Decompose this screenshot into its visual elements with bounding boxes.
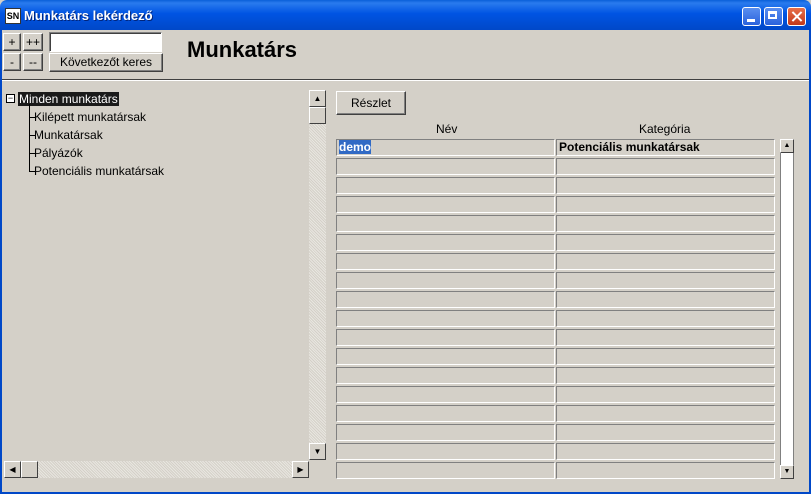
grid-cell-category[interactable] [556,234,775,251]
grid-cell-category[interactable] [556,253,775,270]
tree-horizontal-scrollbar[interactable]: ◀ ▶ [4,461,309,478]
title-bar[interactable]: SN Munkatárs lekérdező [0,0,811,30]
scroll-up-icon[interactable]: ▲ [780,139,794,153]
grid-cell-category[interactable] [556,348,775,365]
scroll-down-icon[interactable]: ▼ [780,465,794,479]
grid-cell-name[interactable]: demo [336,139,555,156]
grid-cell-name[interactable] [336,329,555,346]
page-title: Munkatárs [187,37,298,62]
tree-vertical-scrollbar[interactable]: ▲ ▼ [309,90,326,460]
grid-cell-name[interactable] [336,253,555,270]
search-input[interactable] [49,32,162,52]
grid-cell-name[interactable] [336,310,555,327]
grid-cell-name[interactable] [336,291,555,308]
scroll-thumb[interactable] [309,107,326,124]
expand-button[interactable]: + [3,33,21,51]
grid-cell-category[interactable] [556,424,775,441]
grid-cell-name[interactable] [336,234,555,251]
grid-cell-category[interactable] [556,177,775,194]
grid-cell-text: demo [339,140,372,154]
grid-cell-category[interactable] [556,158,775,175]
scroll-thumb[interactable] [21,461,38,478]
tree-node-potencialis[interactable]: Potenciális munkatársak [34,164,164,178]
grid-cell-name[interactable] [336,196,555,213]
tree-connector [29,104,30,172]
scroll-right-icon[interactable]: ▶ [292,461,309,478]
scroll-left-icon[interactable]: ◀ [4,461,21,478]
column-header-category: Kategória [639,122,691,136]
scroll-up-icon[interactable]: ▲ [309,90,326,107]
grid-cell-category[interactable] [556,405,775,422]
grid-cell-category[interactable] [556,291,775,308]
detail-button[interactable]: Részlet [336,91,406,115]
grid-cell-name[interactable] [336,424,555,441]
grid-cell-name[interactable] [336,367,555,384]
grid-cell-category[interactable] [556,443,775,460]
grid-cell-name[interactable] [336,443,555,460]
tree-node-palyazok[interactable]: Pályázók [34,146,83,160]
next-search-button[interactable]: Következőt keres [49,53,163,72]
scroll-down-icon[interactable]: ▼ [309,443,326,460]
grid-cell-name[interactable] [336,405,555,422]
app-icon: SN [5,8,21,24]
window-title: Munkatárs lekérdező [24,8,153,23]
tree-node-munkatarsak[interactable]: Munkatársak [34,128,103,142]
grid-cell-category[interactable] [556,386,775,403]
collapse-button[interactable]: - [3,53,21,71]
grid-cell-category[interactable] [556,215,775,232]
tree-node-kilepett[interactable]: Kilépett munkatársak [34,110,146,124]
grid-cell-category[interactable] [556,310,775,327]
grid-cell-name[interactable] [336,462,555,479]
grid-cell-category[interactable] [556,196,775,213]
collapse-all-button[interactable]: -- [23,53,43,71]
expand-all-button[interactable]: ++ [23,33,43,51]
grid-cell-category[interactable]: Potenciális munkatársak [556,139,775,156]
tree-expander-icon[interactable]: − [6,94,15,103]
grid-cell-name[interactable] [336,158,555,175]
divider [2,79,809,81]
minimize-button[interactable] [742,7,761,26]
close-button[interactable] [787,7,806,26]
grid-cell-name[interactable] [336,386,555,403]
grid-cell-category[interactable] [556,367,775,384]
category-tree[interactable]: − Minden munkatárs Kilépett munkatársak … [4,90,309,460]
grid-cell-category[interactable] [556,272,775,289]
column-header-name: Név [436,122,458,136]
grid-cell-category[interactable] [556,329,775,346]
grid-vertical-scrollbar[interactable]: ▲ ▼ [780,139,794,479]
grid-cell-name[interactable] [336,272,555,289]
grid-cell-name[interactable] [336,215,555,232]
grid-cell-name[interactable] [336,177,555,194]
tree-node-root[interactable]: Minden munkatárs [18,92,119,106]
grid-cell-name[interactable] [336,348,555,365]
detail-button-label: Részlet [350,96,391,110]
grid-cell-category[interactable] [556,462,775,479]
maximize-button[interactable] [764,7,783,26]
